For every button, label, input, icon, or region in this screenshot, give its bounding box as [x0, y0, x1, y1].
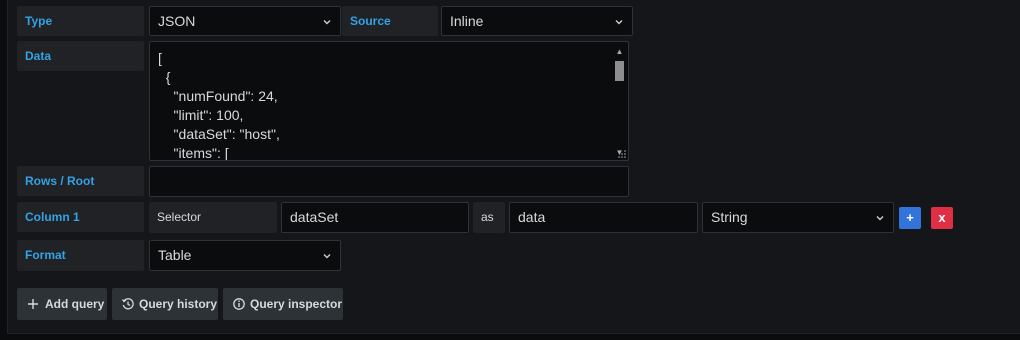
chevron-down-icon: [614, 7, 624, 27]
query-inspector-button[interactable]: Query inspector: [223, 288, 343, 320]
selector-label: Selector: [149, 202, 277, 233]
query-history-label: Query history: [139, 297, 218, 311]
format-select[interactable]: Table: [149, 240, 341, 271]
data-text: [ { "numFound": 24, "limit": 100, "dataS…: [158, 50, 280, 161]
data-label: Data: [17, 41, 144, 71]
resize-handle-icon[interactable]: [618, 150, 626, 158]
scroll-up-icon[interactable]: ▲: [615, 47, 624, 57]
add-column-button[interactable]: +: [899, 207, 921, 229]
add-query-button[interactable]: Add query: [17, 288, 107, 320]
type-label: Type: [17, 6, 144, 36]
source-select[interactable]: Inline: [441, 6, 633, 36]
rows-root-input[interactable]: [149, 166, 629, 197]
query-inspector-label: Query inspector: [250, 297, 343, 311]
query-history-button[interactable]: Query history: [112, 288, 218, 320]
type-value: JSON: [158, 13, 196, 29]
data-textarea[interactable]: [ { "numFound": 24, "limit": 100, "dataS…: [149, 41, 629, 161]
source-label: Source: [342, 6, 438, 36]
chevron-down-icon: [875, 203, 885, 223]
format-label: Format: [17, 240, 144, 271]
add-query-label: Add query: [45, 297, 105, 311]
query-editor-panel: Type JSON Source Inline Data [ { "numFou…: [7, 0, 1020, 334]
column-1-label: Column 1: [17, 202, 144, 232]
alias-input[interactable]: data: [509, 202, 698, 233]
source-value: Inline: [450, 13, 484, 29]
info-circle-icon: [233, 298, 245, 310]
history-icon: [121, 298, 134, 310]
selector-input[interactable]: dataSet: [281, 202, 469, 233]
scroll-thumb[interactable]: [615, 61, 624, 81]
type-select[interactable]: JSON: [149, 6, 341, 36]
chevron-down-icon: [322, 7, 332, 27]
rows-root-label: Rows / Root: [17, 166, 144, 196]
chevron-down-icon: [322, 241, 332, 261]
format-value: Table: [158, 247, 192, 263]
remove-column-button[interactable]: x: [931, 207, 953, 229]
column-type-select[interactable]: String: [702, 202, 894, 233]
as-label: as: [473, 202, 505, 233]
plus-icon: [28, 299, 38, 309]
textarea-scrollbar[interactable]: ▲ ▼: [612, 43, 627, 160]
column-type-value: String: [711, 209, 748, 225]
